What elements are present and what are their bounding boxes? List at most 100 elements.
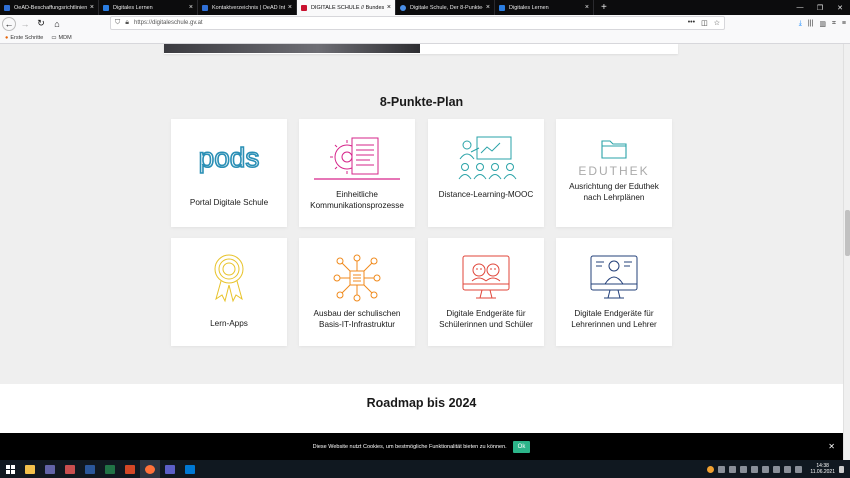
tray-icon[interactable]: [729, 465, 737, 473]
screenshot-icon[interactable]: ⌗: [832, 20, 836, 28]
bookmark-label: MDM: [58, 34, 72, 41]
tab-favicon: [202, 4, 208, 11]
tray-icon[interactable]: [740, 465, 748, 473]
close-window-icon[interactable]: ✕: [830, 0, 850, 15]
tray-icon[interactable]: [707, 465, 715, 473]
toolbar-right: ⤓ ||| ▥ ⌗ ≡: [799, 15, 846, 32]
cookie-text: Diese Website nutzt Cookies, um bestmögl…: [312, 443, 507, 450]
back-icon[interactable]: ←: [2, 16, 16, 31]
browser-tab[interactable]: Digitale Schule, Der 8-Punkte-P...×: [396, 0, 495, 15]
page-scrollbar[interactable]: [843, 44, 850, 460]
url-bar[interactable]: ⛉ 🔒︎ https://digitaleschule.gv.at: [110, 16, 725, 30]
pods-logo-text: pods: [199, 142, 260, 173]
powerpoint-icon[interactable]: [120, 460, 140, 478]
tab-favicon: [4, 4, 10, 11]
tray-icon[interactable]: [762, 465, 770, 473]
bookmark-star-icon[interactable]: ☆: [714, 19, 720, 27]
cookie-ok-button[interactable]: Ok: [512, 440, 531, 453]
windows-taskbar: 14:38 11.06.2021: [0, 460, 850, 478]
tab-favicon: [301, 4, 307, 11]
scrollbar-thumb[interactable]: [845, 210, 850, 256]
pocket-icon[interactable]: ◫: [701, 19, 708, 27]
tab-title: DIGITALE SCHULE // Bundesm...: [311, 4, 384, 11]
lock-icon[interactable]: 🔒︎: [125, 19, 129, 27]
home-icon[interactable]: ⌂: [50, 17, 64, 31]
teams-icon[interactable]: [40, 460, 60, 478]
bookmark-item[interactable]: ▭ MDM: [51, 35, 71, 41]
network-icon[interactable]: [784, 465, 792, 473]
clock-date: 11.06.2021: [810, 469, 835, 475]
close-tab-icon[interactable]: ×: [189, 4, 193, 11]
download-icon[interactable]: ⤓: [799, 20, 802, 28]
card-basis-it[interactable]: Ausbau der schulischen Basis-IT-Infrastr…: [299, 238, 415, 346]
reload-icon[interactable]: ↻: [34, 17, 48, 31]
library-icon[interactable]: |||: [808, 20, 813, 27]
close-tab-icon[interactable]: ×: [387, 4, 391, 11]
minimize-icon[interactable]: —: [790, 0, 810, 15]
close-tab-icon[interactable]: ×: [90, 4, 94, 11]
browser-tab[interactable]: Kontaktverzeichnis | OeAD Int... ×: [198, 0, 297, 15]
shield-icon[interactable]: ⛉: [115, 19, 120, 27]
url-text[interactable]: https://digitaleschule.gv.at: [134, 20, 203, 26]
menu-icon[interactable]: ≡: [842, 20, 846, 27]
browser-tab-active[interactable]: DIGITALE SCHULE // Bundesm...×: [297, 0, 396, 15]
bookmark-label: Erste Schritte: [10, 34, 44, 41]
forward-icon[interactable]: →: [18, 17, 32, 31]
close-tab-icon[interactable]: ×: [288, 4, 292, 11]
system-tray: 14:38 11.06.2021: [707, 460, 844, 478]
card-lern-apps[interactable]: Lern-Apps: [171, 238, 287, 346]
app-icon[interactable]: [60, 460, 80, 478]
tab-bar: OeAD-Beschaffungsrichtlinien × Digitales …: [0, 0, 850, 15]
tab-title: Digitale Schule, Der 8-Punkte-P...: [410, 4, 483, 11]
card-portal-digitale-schule[interactable]: pods Portal Digitale Schule: [171, 119, 287, 227]
bookmark-item[interactable]: ● Erste Schritte: [5, 35, 43, 41]
excel-icon[interactable]: [100, 460, 120, 478]
cookie-banner: Diese Website nutzt Cookies, um bestmögl…: [0, 433, 843, 460]
close-tab-icon[interactable]: ×: [585, 4, 589, 11]
close-tab-icon[interactable]: ×: [486, 4, 490, 11]
windows-start-icon[interactable]: [0, 460, 20, 478]
card-eduthek[interactable]: EDUTHEK Ausrichtung der Eduthek nach Leh…: [556, 119, 672, 227]
tray-icon[interactable]: [751, 465, 759, 473]
url-actions: ••• ◫ ☆: [688, 19, 720, 27]
browser-tab[interactable]: OeAD-Beschaffungsrichtlinien ×: [0, 0, 99, 15]
card-label: Digitale Endgeräte für Lehrerinnen und L…: [571, 309, 657, 329]
document-gear-icon: [299, 133, 415, 185]
tab-favicon: [400, 4, 406, 11]
firefox-taskbar-icon[interactable]: [140, 460, 160, 478]
maximize-icon[interactable]: ❐: [810, 0, 830, 15]
volume-icon[interactable]: [795, 465, 803, 473]
card-kommunikationsprozesse[interactable]: Einheitliche Kommunikationsprozesse: [299, 119, 415, 227]
browser-tab[interactable]: Digitales Lernen ×: [495, 0, 594, 15]
tray-icon[interactable]: [718, 465, 726, 473]
card-endgeraete-schueler[interactable]: Digitale Endgeräte für Schülerinnen und …: [428, 238, 544, 346]
word-icon[interactable]: [80, 460, 100, 478]
tray-icon[interactable]: [773, 465, 781, 473]
close-icon[interactable]: ✕: [828, 442, 835, 451]
eduthek-folder-icon: EDUTHEK: [556, 131, 672, 183]
card-distance-learning[interactable]: Distance-Learning-MOOC: [428, 119, 544, 227]
tab-title: Kontaktverzeichnis | OeAD Int...: [212, 4, 285, 11]
card-label: Einheitliche Kommunikationsprozesse: [310, 190, 404, 210]
window-controls: — ❐ ✕: [790, 0, 850, 15]
roadmap-title: Roadmap bis 2024: [366, 396, 477, 410]
card-endgeraete-lehrer[interactable]: Digitale Endgeräte für Lehrerinnen und L…: [556, 238, 672, 346]
browser-tab[interactable]: Digitales Lernen ×: [99, 0, 198, 15]
clock[interactable]: 14:38 11.06.2021: [810, 463, 835, 475]
teams-taskbar-icon[interactable]: [160, 460, 180, 478]
card-label: Ausrichtung der Eduthek nach Lehrplänen: [569, 182, 659, 202]
tab-title: OeAD-Beschaffungsrichtlinien: [14, 4, 87, 11]
outlook-icon[interactable]: [180, 460, 200, 478]
new-tab-button[interactable]: +: [601, 2, 607, 13]
tab-favicon: [499, 4, 505, 11]
pods-logo: pods: [171, 133, 287, 185]
sidebar-icon[interactable]: ▥: [819, 20, 826, 28]
card-label: Portal Digitale Schule: [189, 198, 269, 207]
file-explorer-icon[interactable]: [20, 460, 40, 478]
more-actions-icon[interactable]: •••: [688, 19, 695, 27]
previous-section-image: [164, 44, 420, 53]
navigation-toolbar: ← → ↻ ⌂ ⛉ 🔒︎ https://digitaleschule.gv.a…: [0, 15, 850, 32]
presentation-group-icon: [428, 133, 544, 185]
notification-icon[interactable]: [839, 465, 844, 473]
folder-icon: ▭: [51, 34, 57, 41]
